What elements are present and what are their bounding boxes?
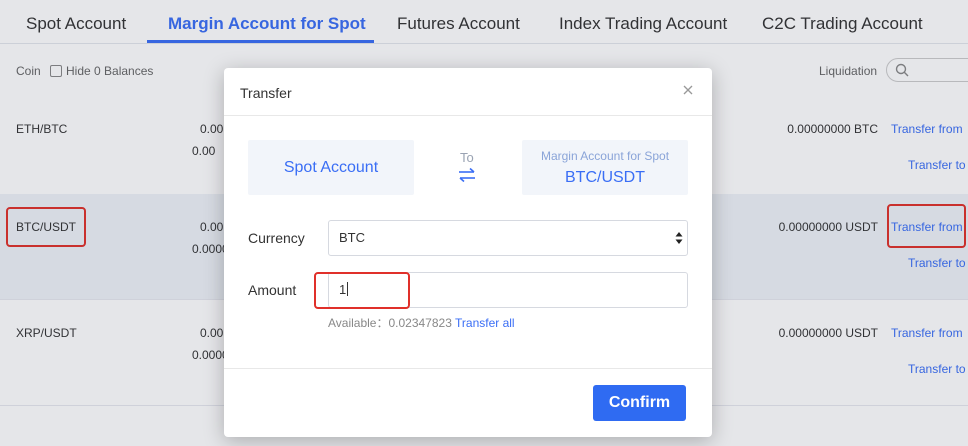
- to-account: Margin Account for Spot BTC/USDT: [522, 140, 688, 195]
- swap-icon[interactable]: [456, 167, 478, 183]
- available-balance: Available：0.02347823 Transfer all: [328, 314, 515, 331]
- from-account: Spot Account: [248, 140, 414, 195]
- currency-value: BTC: [339, 230, 365, 245]
- amount-label: Amount: [248, 282, 297, 298]
- dialog-title: Transfer: [240, 85, 292, 101]
- dialog-header: Transfer: [224, 68, 712, 116]
- close-icon[interactable]: [682, 84, 694, 96]
- available-text: Available：0.02347823: [328, 316, 452, 330]
- currency-label: Currency: [248, 230, 305, 246]
- currency-select[interactable]: BTC: [328, 220, 688, 256]
- dialog-divider: [224, 368, 712, 369]
- to-label: To: [460, 150, 474, 165]
- to-account-pair: BTC/USDT: [565, 169, 645, 186]
- transfer-all-link[interactable]: Transfer all: [455, 316, 515, 330]
- transfer-dialog: Transfer Spot Account To Margin Account …: [224, 68, 712, 437]
- to-account-type: Margin Account for Spot: [540, 149, 670, 163]
- select-arrows-icon: [675, 232, 683, 244]
- highlight-box-amount: [314, 272, 410, 309]
- confirm-button[interactable]: Confirm: [593, 385, 686, 421]
